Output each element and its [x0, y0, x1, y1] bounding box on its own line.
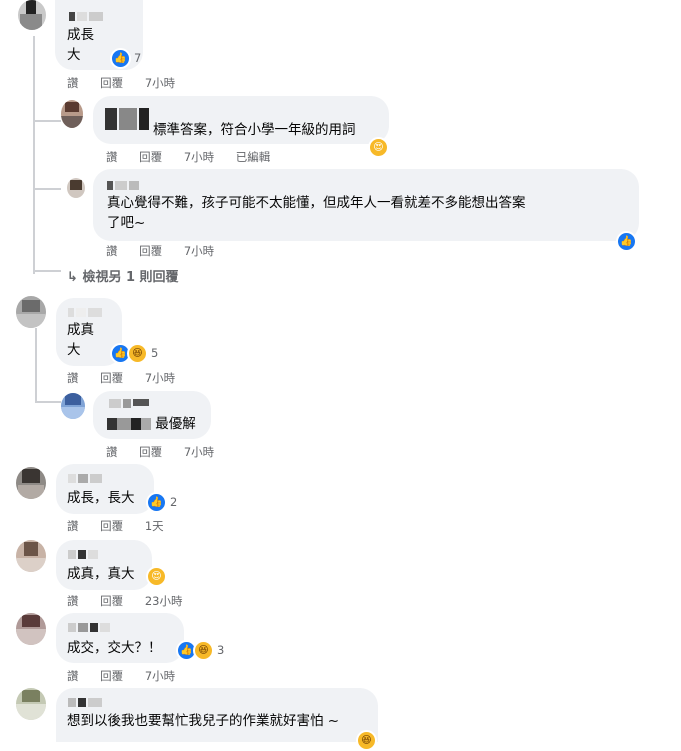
timestamp[interactable]: 7小時 — [184, 244, 214, 258]
comment-bubble: 成真，真大 — [56, 540, 152, 590]
commenter-name[interactable] — [69, 12, 105, 24]
reply-button[interactable]: 回覆 — [100, 519, 123, 533]
reaction-summary[interactable]: 👍 — [616, 230, 637, 252]
reply-arrow-icon: ↳ — [67, 270, 78, 285]
reply-button[interactable]: 回覆 — [139, 244, 162, 258]
reaction-summary[interactable]: 😍 — [146, 565, 167, 587]
comment-bubble: 標準答案，符合小學一年級的用詞 — [93, 96, 389, 144]
haha-icon: 😆 — [127, 342, 148, 364]
comment-text: 成真 大 — [67, 322, 94, 358]
comment-actions: 讚 回覆 7小時 — [67, 668, 193, 684]
like-button[interactable]: 讚 — [106, 150, 118, 164]
care-icon: 😍 — [368, 136, 389, 158]
timestamp[interactable]: 23小時 — [145, 594, 183, 608]
haha-icon: 😆 — [193, 639, 214, 661]
reaction-summary[interactable]: 👍 😆 3 — [176, 639, 224, 661]
timestamp[interactable]: 7小時 — [184, 150, 214, 164]
timestamp[interactable]: 7小時 — [184, 445, 214, 459]
comment-actions: 讚 回覆 1天 — [67, 518, 182, 534]
reaction-summary[interactable]: 👍 😆 5 — [110, 342, 158, 364]
commenter-name[interactable] — [105, 108, 151, 130]
comment-text: 成長 大 — [67, 27, 94, 63]
like-button[interactable]: 讚 — [67, 594, 79, 608]
comment-text: 成交，交大？！ — [67, 640, 162, 656]
like-icon: 👍 — [110, 47, 131, 69]
avatar[interactable] — [61, 393, 85, 419]
avatar[interactable] — [16, 613, 46, 645]
comment-text: 成長，長大 — [67, 490, 135, 506]
edited-label[interactable]: 已編輯 — [236, 150, 271, 164]
commenter-name[interactable] — [107, 418, 151, 430]
reaction-summary[interactable]: 😆 — [356, 729, 377, 751]
reply-button[interactable]: 回覆 — [100, 594, 123, 608]
like-icon: 👍 — [146, 491, 167, 513]
comment-text: 真心覺得不難，孩子可能不太能懂，但成年人一看就差不多能想出答案 了吧~ — [107, 195, 526, 231]
comment-bubble: 成交，交大？！ — [56, 613, 184, 663]
thread-line — [35, 328, 37, 402]
commenter-name[interactable] — [68, 698, 104, 710]
commenter-name[interactable] — [107, 181, 141, 193]
avatar[interactable] — [16, 688, 46, 720]
reply-button[interactable]: 回覆 — [139, 445, 162, 459]
comment-bubble: 真心覺得不難，孩子可能不太能懂，但成年人一看就差不多能想出答案 了吧~ — [93, 169, 639, 241]
reply-button[interactable]: 回覆 — [100, 371, 123, 385]
like-icon: 👍 — [616, 230, 637, 252]
commenter-name[interactable] — [109, 399, 151, 411]
comment-actions: 讚 回覆 7小時 已編輯 — [106, 149, 288, 165]
reaction-summary[interactable]: 👍 7 — [110, 47, 141, 69]
commenter-name[interactable] — [68, 308, 104, 320]
timestamp[interactable]: 1天 — [145, 519, 164, 533]
like-button[interactable]: 讚 — [67, 371, 79, 385]
comment-text: 標準答案，符合小學一年級的用詞 — [153, 122, 356, 138]
avatar[interactable] — [16, 296, 46, 328]
view-more-replies-link[interactable]: ↳ 檢視另 1 則回覆 — [67, 266, 179, 285]
comment-actions: 讚 回覆 7小時 — [106, 243, 232, 259]
timestamp[interactable]: 7小時 — [145, 371, 175, 385]
reaction-summary[interactable]: 😍 — [368, 136, 389, 158]
thread-line — [35, 401, 61, 403]
like-button[interactable]: 讚 — [106, 244, 118, 258]
comment-bubble: 想到以後我也要幫忙我兒子的作業就好害怕 ~ — [56, 688, 378, 742]
reply-button[interactable]: 回覆 — [139, 150, 162, 164]
commenter-name[interactable] — [68, 623, 112, 635]
comment-bubble: 最優解 — [93, 391, 211, 439]
care-icon: 😍 — [146, 565, 167, 587]
comment-text: 最優解 — [107, 414, 196, 434]
comment-bubble: 成長，長大 — [56, 464, 154, 514]
reply-button[interactable]: 回覆 — [100, 669, 123, 683]
thread-line — [33, 36, 35, 274]
comment-actions: 讚 回覆 7小時 — [67, 75, 193, 91]
comment-actions: 讚 回覆 23小時 — [67, 593, 200, 609]
reaction-summary[interactable]: 👍 2 — [146, 491, 177, 513]
reply-button[interactable]: 回覆 — [100, 76, 123, 90]
comment-actions: 讚 回覆 7小時 — [106, 444, 232, 460]
timestamp[interactable]: 7小時 — [145, 669, 175, 683]
comment-text: 想到以後我也要幫忙我兒子的作業就好害怕 ~ — [67, 713, 340, 729]
like-button[interactable]: 讚 — [106, 445, 118, 459]
avatar[interactable] — [16, 540, 46, 572]
comment-actions: 讚 回覆 7小時 — [67, 370, 193, 386]
avatar[interactable] — [67, 178, 85, 198]
commenter-name[interactable] — [68, 550, 100, 562]
avatar[interactable] — [18, 0, 46, 30]
haha-icon: 😆 — [356, 729, 377, 751]
like-button[interactable]: 讚 — [67, 76, 79, 90]
thread-line — [33, 270, 61, 272]
like-button[interactable]: 讚 — [67, 669, 79, 683]
avatar[interactable] — [61, 100, 83, 128]
comment-text: 成真，真大 — [67, 566, 135, 582]
thread-line — [33, 188, 61, 190]
like-button[interactable]: 讚 — [67, 519, 79, 533]
timestamp[interactable]: 7小時 — [145, 76, 175, 90]
avatar[interactable] — [16, 467, 46, 499]
commenter-name[interactable] — [68, 474, 104, 486]
thread-line — [33, 120, 61, 122]
